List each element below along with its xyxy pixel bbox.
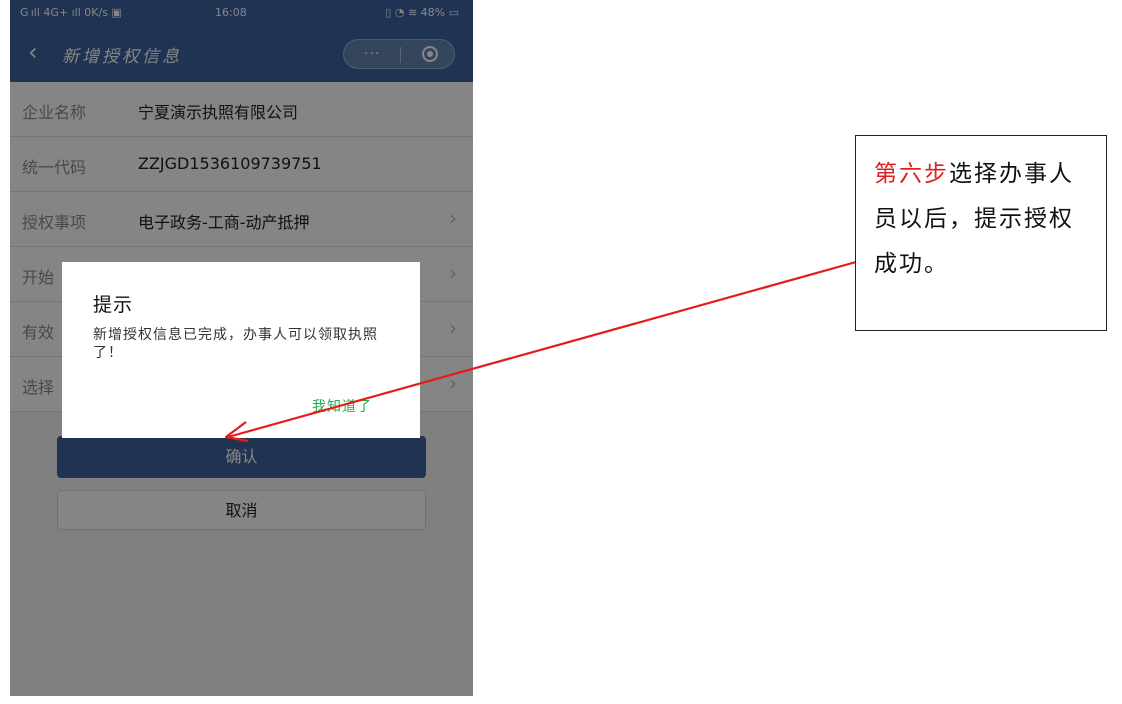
annotation-step: 第六步 xyxy=(874,161,949,187)
pointer-arrow xyxy=(224,260,857,443)
arrow-shaft xyxy=(227,260,857,439)
annotation-box: 第六步选择办事人员以后，提示授权成功。 xyxy=(855,135,1107,331)
